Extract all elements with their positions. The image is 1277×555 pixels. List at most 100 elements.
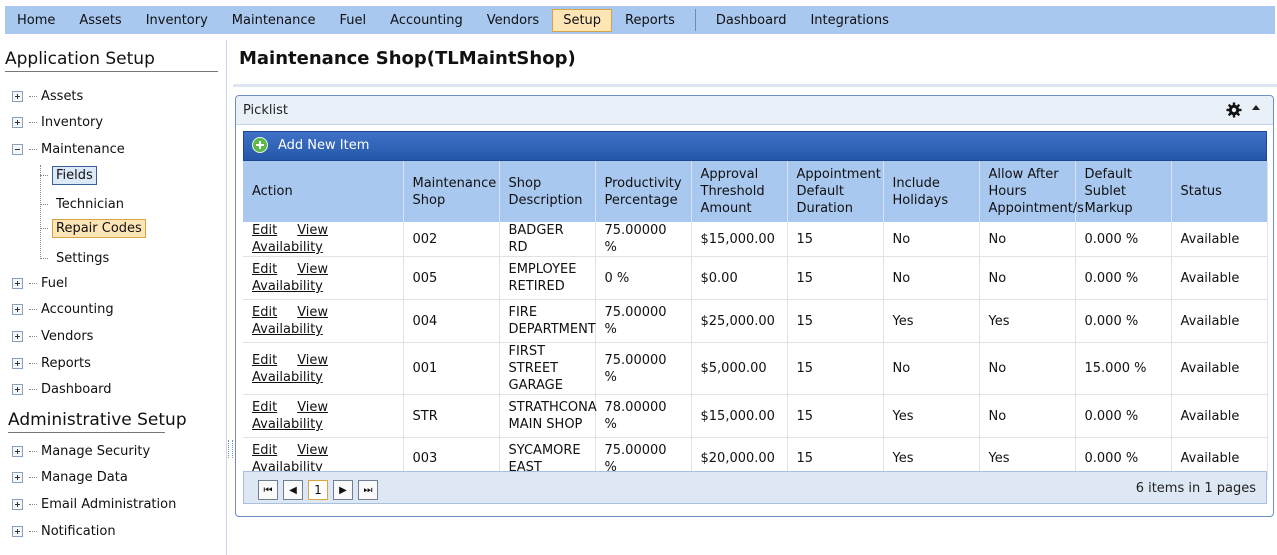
tree-child-repair-codes[interactable]: Repair Codes [40,219,146,238]
first-page-button[interactable]: ⏮ [258,480,278,500]
tree-item-maintenance[interactable]: Maintenance [12,142,125,157]
pager-info: 6 items in 1 pages [1135,481,1256,496]
column-header[interactable]: Approval Threshold Amount [691,161,788,222]
column-header[interactable]: Status [1171,161,1268,222]
tree-item-assets[interactable]: Assets [12,89,83,104]
column-header[interactable]: Maintenance Shop [403,161,500,222]
current-page-button[interactable]: 1 [308,480,328,500]
cell-status: Available [1171,222,1268,257]
expand-icon[interactable] [12,446,23,457]
column-header[interactable]: Allow After Hours Appointment/s [979,161,1084,222]
cell-status: Available [1171,394,1268,438]
cell-after-hours: No [979,342,1076,395]
tree-item-manage-security[interactable]: Manage Security [12,444,150,459]
menu-label: Dashboard [715,12,787,28]
expand-icon[interactable] [12,91,23,102]
menu-fuel[interactable]: Fuel [329,9,378,32]
expand-icon[interactable] [12,384,23,395]
edit-link[interactable]: Edit [252,353,277,368]
collapse-icon[interactable] [12,144,23,155]
tree-item-manage-data[interactable]: Manage Data [12,470,128,485]
menu-home[interactable]: Home [6,9,66,32]
edit-link[interactable]: Edit [252,262,277,277]
cell-desc: STRATHCONA MAIN SHOP [499,394,597,438]
splitter-handle[interactable] [228,440,233,458]
action-cell: Edit View Availability [243,222,404,257]
tree-item-label: Dashboard [41,382,112,397]
menu-label: Home [17,12,56,28]
cell-markup: 0.000 % [1075,256,1172,300]
expand-icon[interactable] [12,499,23,510]
cell-prod: 78.00000 % [595,394,692,438]
tree-item-dashboard[interactable]: Dashboard [12,382,112,397]
cell-duration: 15 [787,256,884,300]
tree-child-technician[interactable]: Technician [40,195,128,214]
cell-threshold: $15,000.00 [691,222,788,257]
prev-page-button[interactable]: ◀ [283,480,303,500]
column-header[interactable]: Include Holidays [883,161,980,222]
tree-child-fields[interactable]: Fields [40,166,97,185]
cell-prod: 0 % [595,256,692,300]
title-divider [233,84,1277,87]
cell-threshold: $15,000.00 [691,394,788,438]
tree-item-fuel[interactable]: Fuel [12,276,68,291]
column-header[interactable]: Action [243,161,404,222]
gear-icon[interactable] [1226,102,1242,118]
last-page-button[interactable]: ⏭ [358,480,378,500]
expand-icon[interactable] [12,472,23,483]
cell-duration: 15 [787,394,884,438]
tree-item-inventory[interactable]: Inventory [12,115,103,130]
tree-item-label: Vendors [41,329,94,344]
action-cell: Edit View Availability [243,342,404,395]
cell-status: Available [1171,299,1268,343]
cell-markup: 0.000 % [1075,222,1172,257]
expand-icon[interactable] [12,331,23,342]
tree-item-email-administration[interactable]: Email Administration [12,497,176,512]
add-new-item-button[interactable]: Add New Item [252,137,369,153]
menu-assets[interactable]: Assets [68,9,132,32]
tree-item-vendors[interactable]: Vendors [12,329,93,344]
administrative-setup-title: Administrative Setup [8,410,187,430]
menu-accounting[interactable]: Accounting [379,9,474,32]
expand-icon[interactable] [12,526,23,537]
page-title: Maintenance Shop(TLMaintShop) [239,48,576,69]
next-page-button[interactable]: ▶ [333,480,353,500]
menu-dashboard[interactable]: Dashboard [705,9,798,32]
menu-label: Accounting [390,12,463,28]
edit-link[interactable]: Edit [252,400,277,415]
column-header[interactable]: Appointment Default Duration [787,161,884,222]
edit-link[interactable]: Edit [252,443,277,458]
expand-icon[interactable] [12,358,23,369]
menu-label: Assets [79,12,122,28]
cell-prod: 75.00000 % [595,342,692,395]
tree-item-accounting[interactable]: Accounting [12,302,114,317]
collapse-caret-icon[interactable] [1252,105,1260,110]
edit-link[interactable]: Edit [252,305,277,320]
expand-icon[interactable] [12,304,23,315]
expand-icon[interactable] [12,278,23,289]
menu-vendors[interactable]: Vendors [476,9,550,32]
column-header[interactable]: Default Sublet Markup [1075,161,1172,222]
menu-maintenance[interactable]: Maintenance [221,9,327,32]
column-header[interactable]: Shop Description [499,161,596,222]
menu-reports[interactable]: Reports [614,9,686,32]
tree-child-settings[interactable]: Settings [40,249,113,268]
expand-icon[interactable] [12,117,23,128]
tree-item-label: Assets [41,89,84,104]
cell-desc: FIRE DEPARTMENT [499,299,596,343]
tree-item-label: Accounting [41,302,114,317]
picklist-toolbar: Add New Item [243,131,1267,161]
table-row: Edit View Availability 004 FIRE DEPARTMENT 7… [243,299,1268,343]
menu-inventory[interactable]: Inventory [135,9,219,32]
tree-item-reports[interactable]: Reports [12,356,91,371]
edit-link[interactable]: Edit [252,223,277,238]
table-header-row: Action Maintenance Shop Shop Description Pr… [243,161,1268,222]
cell-desc: FIRST STREET GARAGE [499,342,596,395]
tree-item-label: Manage Security [41,444,151,459]
tree-child-label: Fields [52,166,97,185]
tree-item-notification[interactable]: Notification [12,524,116,539]
column-header[interactable]: Productivity Percentage [595,161,692,222]
menu-integrations[interactable]: Integrations [799,9,899,32]
main-menu: Home Assets Inventory Maintenance Fuel Accoun… [5,6,1275,34]
menu-setup[interactable]: Setup [552,8,613,32]
